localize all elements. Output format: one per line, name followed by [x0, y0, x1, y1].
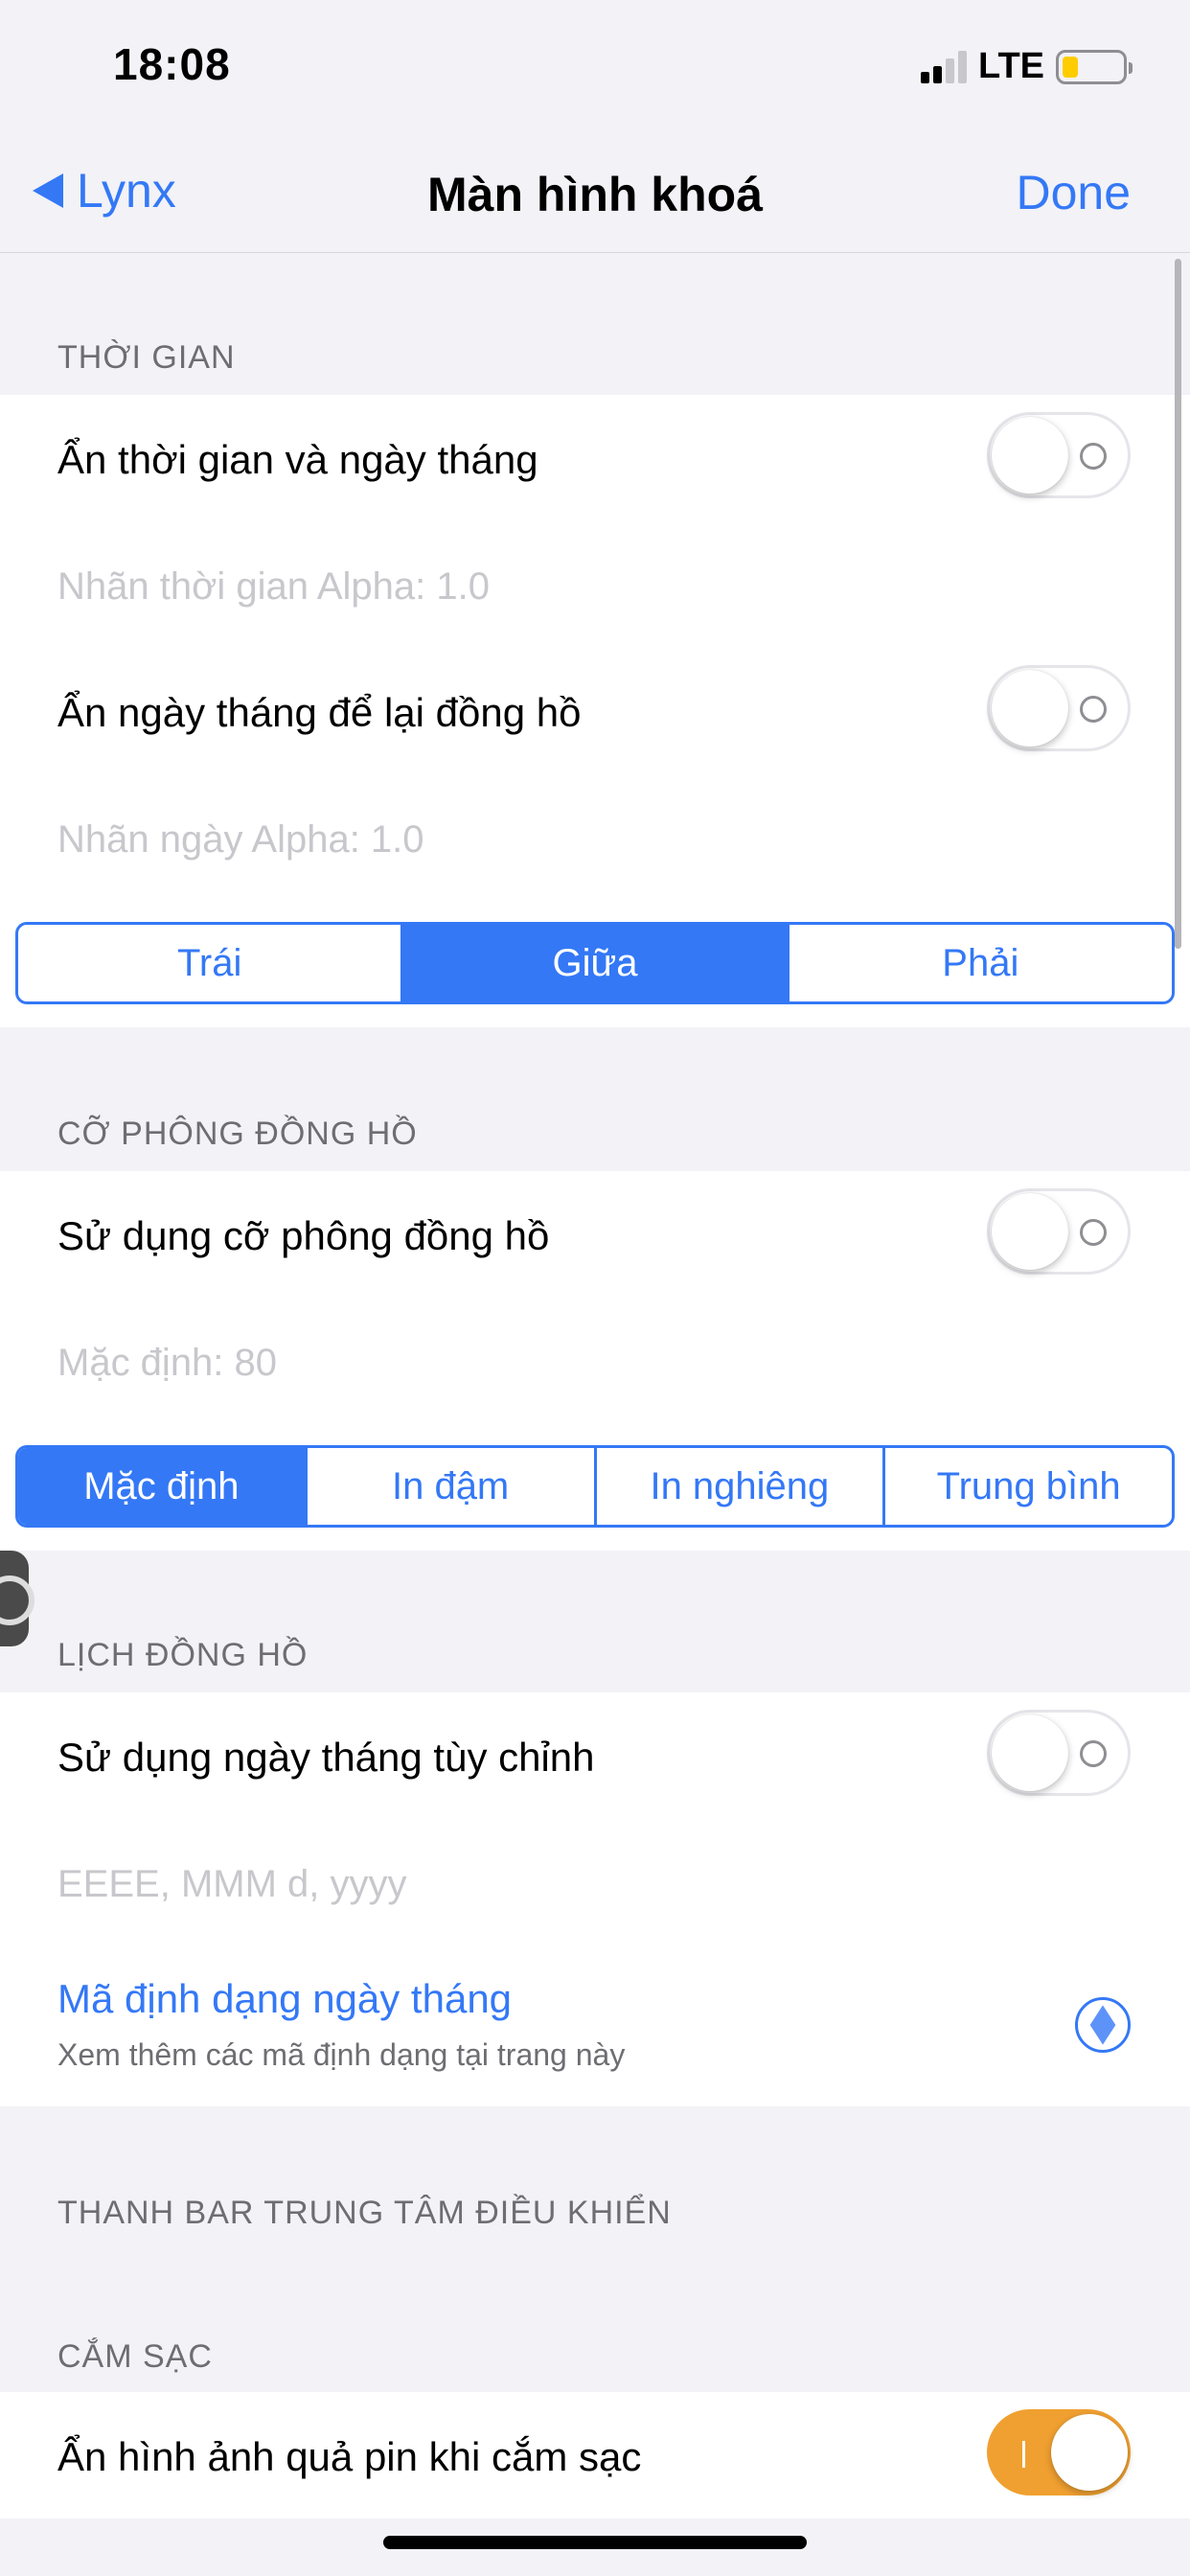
date-format-codes-subtitle: Xem thêm các mã định dạng tại trang này	[57, 2037, 626, 2072]
scroll-indicator[interactable]	[1175, 259, 1181, 949]
cellular-signal-icon	[921, 50, 968, 83]
default-font-size: Mặc định: 80	[57, 1342, 278, 1384]
page-title: Màn hình khoá	[427, 168, 763, 221]
date-format-codes-link[interactable]: Mã định dạng ngày tháng	[57, 1976, 512, 2022]
hide-time-date-toggle[interactable]	[987, 412, 1131, 498]
toggle-knob	[992, 1193, 1068, 1270]
section-header-time: THỜI GIAN	[57, 339, 236, 376]
segment-right[interactable]: Phải	[790, 925, 1172, 1001]
segment-medium[interactable]: Trung bình	[885, 1448, 1172, 1525]
section-header-clock-font: CỠ PHÔNG ĐỒNG HỒ	[57, 1116, 418, 1152]
assistive-touch-button[interactable]	[0, 1551, 34, 1646]
use-clock-font-size-label: Sử dụng cỡ phông đồng hồ	[57, 1213, 550, 1258]
clock-calendar-section: Sử dụng ngày tháng tùy chỉnh EEEE, MMM d…	[0, 1692, 1190, 2106]
status-bar: 18:08 LTE	[0, 0, 1190, 134]
clock-font-section: Sử dụng cỡ phông đồng hồ Mặc định: 80 Mặ…	[0, 1171, 1190, 1551]
section-header-control-center: THANH BAR TRUNG TÂM ĐIỀU KHIỂN	[57, 2195, 672, 2231]
section-header-clock-calendar: LỊCH ĐỒNG HỒ	[57, 1637, 309, 1673]
hide-time-date-label: Ẩn thời gian và ngày tháng	[57, 437, 538, 482]
font-weight-segmented-control: Mặc định In đậm In nghiêng Trung bình	[15, 1445, 1175, 1528]
use-clock-font-size-toggle[interactable]	[987, 1188, 1131, 1275]
toggle-on-icon	[1022, 2441, 1025, 2468]
hide-battery-image-label: Ẩn hình ảnh quả pin khi cắm sạc	[57, 2434, 642, 2479]
toggle-off-icon	[1080, 443, 1107, 470]
date-label-alpha: Nhãn ngày Alpha: 1.0	[57, 818, 424, 861]
alignment-segmented-control: Trái Giữa Phải	[15, 922, 1175, 1004]
segment-default[interactable]: Mặc định	[18, 1448, 308, 1525]
segment-left[interactable]: Trái	[18, 925, 404, 1001]
hide-battery-image-toggle[interactable]	[987, 2409, 1131, 2496]
status-time: 18:08	[113, 39, 231, 89]
use-custom-date-toggle[interactable]	[987, 1710, 1131, 1796]
toggle-knob	[1051, 2414, 1128, 2491]
done-button[interactable]: Done	[1016, 165, 1131, 220]
safari-compass-icon[interactable]	[1075, 1997, 1131, 2053]
segment-italic[interactable]: In nghiêng	[597, 1448, 886, 1525]
use-custom-date-label: Sử dụng ngày tháng tùy chỉnh	[57, 1735, 595, 1780]
network-type: LTE	[978, 46, 1044, 86]
time-section: Ẩn thời gian và ngày tháng Nhãn thời gia…	[0, 395, 1190, 1027]
toggle-knob	[992, 417, 1068, 494]
toggle-off-icon	[1080, 696, 1107, 723]
home-indicator[interactable]	[383, 2536, 807, 2549]
toggle-off-icon	[1080, 1219, 1107, 1246]
hide-date-keep-clock-label: Ẩn ngày tháng để lại đồng hồ	[57, 690, 582, 735]
toggle-knob	[992, 670, 1068, 747]
charging-section: Ẩn hình ảnh quả pin khi cắm sạc	[0, 2392, 1190, 2518]
status-indicators: LTE	[921, 46, 1133, 87]
segment-center[interactable]: Giữa	[403, 925, 790, 1001]
toggle-off-icon	[1080, 1740, 1107, 1767]
segment-bold[interactable]: In đậm	[308, 1448, 597, 1525]
hide-date-keep-clock-toggle[interactable]	[987, 665, 1131, 751]
date-format-input[interactable]: EEEE, MMM d, yyyy	[57, 1863, 407, 1906]
time-label-alpha: Nhãn thời gian Alpha: 1.0	[57, 565, 490, 608]
toggle-knob	[992, 1714, 1068, 1791]
navigation-bar: Lynx Màn hình khoá Done	[0, 134, 1190, 253]
battery-fill	[1063, 56, 1078, 78]
battery-icon	[1056, 49, 1133, 84]
section-header-charging: CẮM SẠC	[57, 2338, 213, 2375]
